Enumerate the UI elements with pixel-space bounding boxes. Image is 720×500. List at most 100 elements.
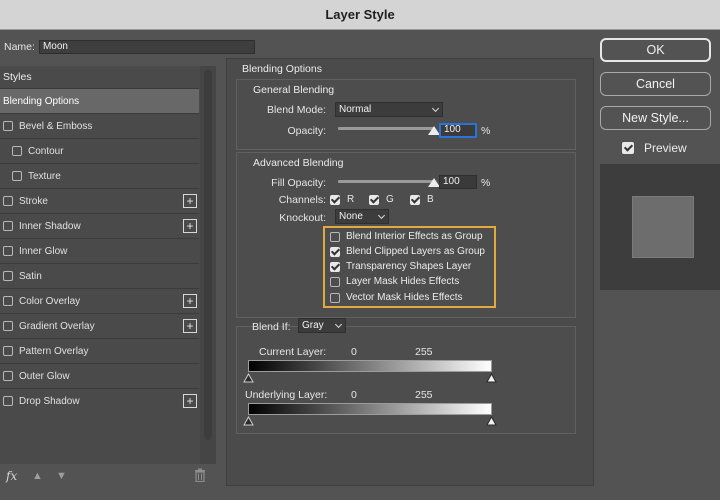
- window-title: Layer Style: [325, 7, 395, 22]
- option-label: Transparency Shapes Layer: [346, 261, 472, 272]
- current-layer-black-thumb[interactable]: [243, 373, 254, 383]
- fill-opacity-label: Fill Opacity:: [271, 177, 326, 189]
- underlying-layer-max: 255: [415, 389, 433, 401]
- channel-r-checkbox[interactable]: [330, 194, 340, 205]
- option-checkbox[interactable]: [330, 292, 340, 303]
- style-checkbox-contour[interactable]: [12, 146, 22, 156]
- channel-b[interactable]: B: [410, 194, 434, 205]
- style-checkbox-outer-glow[interactable]: [3, 371, 13, 381]
- style-item-gradient-overlay[interactable]: Gradient Overlay +: [0, 313, 199, 338]
- option-checkbox[interactable]: [330, 276, 340, 287]
- styles-bottom-bar: fx ▲ ▼: [0, 464, 216, 488]
- chevron-down-icon: [431, 104, 440, 113]
- style-checkbox-stroke[interactable]: [3, 196, 13, 206]
- style-item-blending-options[interactable]: Blending Options: [0, 88, 199, 113]
- styles-header[interactable]: Styles: [0, 66, 215, 88]
- style-checkbox-gradient-overlay[interactable]: [3, 321, 13, 331]
- styles-scrollbar[interactable]: [200, 66, 216, 464]
- option-transparency-shapes-layer[interactable]: Transparency Shapes Layer: [330, 261, 471, 272]
- plus-icon[interactable]: +: [183, 319, 197, 333]
- option-blend-interior-effects-as-group[interactable]: Blend Interior Effects as Group: [330, 231, 483, 242]
- cancel-button[interactable]: Cancel: [600, 72, 711, 96]
- current-layer-gradient: [248, 360, 492, 372]
- ok-button[interactable]: OK: [600, 38, 711, 62]
- name-input[interactable]: Moon: [38, 40, 255, 54]
- opacity-label: Opacity:: [287, 125, 326, 137]
- blend-mode-value: Normal: [339, 104, 372, 115]
- style-item-stroke[interactable]: Stroke +: [0, 188, 199, 213]
- style-item-bevel-and-emboss[interactable]: Bevel & Emboss: [0, 113, 199, 138]
- underlying-layer-black-thumb[interactable]: [243, 416, 254, 426]
- fill-opacity-slider-track[interactable]: [338, 180, 434, 183]
- current-layer-label: Current Layer:: [259, 346, 327, 358]
- style-checkbox-satin[interactable]: [3, 271, 13, 281]
- style-item-outer-glow[interactable]: Outer Glow: [0, 363, 199, 388]
- preview-swatch: [632, 196, 694, 258]
- style-item-inner-glow[interactable]: Inner Glow: [0, 238, 199, 263]
- option-checkbox[interactable]: [330, 231, 340, 242]
- style-item-contour[interactable]: Contour: [0, 138, 199, 163]
- styles-list: Blending Options Bevel & Emboss Contour Tex…: [0, 88, 215, 413]
- blend-mode-select[interactable]: Normal: [335, 102, 443, 117]
- blend-if-value: Gray: [302, 320, 324, 331]
- option-checkbox[interactable]: [330, 246, 340, 257]
- style-item-texture[interactable]: Texture: [0, 163, 199, 188]
- style-item-label: Inner Shadow: [19, 220, 81, 232]
- underlying-layer-label: Underlying Layer:: [245, 389, 328, 401]
- preview-checkbox[interactable]: [622, 142, 634, 154]
- trash-icon[interactable]: [194, 468, 206, 482]
- knockout-value: None: [339, 211, 363, 222]
- arrow-down-icon[interactable]: ▼: [56, 470, 67, 482]
- plus-icon[interactable]: +: [183, 394, 197, 408]
- scrollbar-thumb[interactable]: [204, 70, 212, 440]
- underlying-layer-white-thumb[interactable]: [486, 416, 497, 426]
- style-item-inner-shadow[interactable]: Inner Shadow +: [0, 213, 199, 238]
- blend-if-group: [236, 326, 576, 434]
- channels-label: Channels:: [278, 194, 326, 206]
- channel-b-checkbox[interactable]: [410, 194, 420, 205]
- style-item-label: Texture: [28, 170, 61, 182]
- style-item-pattern-overlay[interactable]: Pattern Overlay: [0, 338, 199, 363]
- fx-icon[interactable]: fx: [6, 469, 17, 483]
- style-item-color-overlay[interactable]: Color Overlay +: [0, 288, 199, 313]
- style-checkbox-color-overlay[interactable]: [3, 296, 13, 306]
- style-item-label: Pattern Overlay: [19, 345, 89, 357]
- opacity-slider-track[interactable]: [338, 127, 434, 130]
- option-label: Layer Mask Hides Effects: [346, 276, 460, 287]
- style-checkbox-inner-glow[interactable]: [3, 246, 13, 256]
- style-checkbox-pattern-overlay[interactable]: [3, 346, 13, 356]
- plus-icon[interactable]: +: [183, 194, 197, 208]
- arrow-up-icon[interactable]: ▲: [32, 470, 43, 482]
- style-checkbox-bevel-and-emboss[interactable]: [3, 121, 13, 131]
- new-style-button[interactable]: New Style...: [600, 106, 711, 130]
- current-layer-white-thumb[interactable]: [486, 373, 497, 383]
- channel-g[interactable]: G: [369, 194, 394, 205]
- preview-toggle[interactable]: Preview: [622, 141, 687, 155]
- style-item-satin[interactable]: Satin: [0, 263, 199, 288]
- fill-opacity-input[interactable]: 100: [439, 175, 477, 189]
- plus-icon[interactable]: +: [183, 219, 197, 233]
- channel-g-checkbox[interactable]: [369, 194, 379, 205]
- opacity-unit: %: [481, 125, 491, 137]
- channel-r[interactable]: R: [330, 194, 354, 205]
- advanced-blending-title: Advanced Blending: [253, 157, 344, 169]
- option-layer-mask-hides-effects[interactable]: Layer Mask Hides Effects: [330, 276, 459, 287]
- plus-icon[interactable]: +: [183, 294, 197, 308]
- option-checkbox[interactable]: [330, 261, 340, 272]
- preview-thumbnail: [600, 164, 720, 290]
- blending-options-title: Blending Options: [242, 63, 322, 75]
- style-checkbox-texture[interactable]: [12, 171, 22, 181]
- style-checkbox-drop-shadow[interactable]: [3, 396, 13, 406]
- knockout-label: Knockout:: [279, 212, 326, 224]
- style-item-label: Inner Glow: [19, 245, 68, 257]
- knockout-select[interactable]: None: [335, 209, 389, 224]
- blend-if-select[interactable]: Gray: [298, 318, 346, 333]
- style-item-drop-shadow[interactable]: Drop Shadow +: [0, 388, 199, 413]
- option-blend-clipped-layers-as-group[interactable]: Blend Clipped Layers as Group: [330, 246, 485, 257]
- style-checkbox-inner-shadow[interactable]: [3, 221, 13, 231]
- opacity-input[interactable]: 100: [439, 123, 477, 138]
- style-item-label: Blending Options: [3, 95, 80, 107]
- name-label: Name:: [4, 41, 35, 53]
- underlying-layer-min: 0: [351, 389, 357, 401]
- option-vector-mask-hides-effects[interactable]: Vector Mask Hides Effects: [330, 292, 463, 303]
